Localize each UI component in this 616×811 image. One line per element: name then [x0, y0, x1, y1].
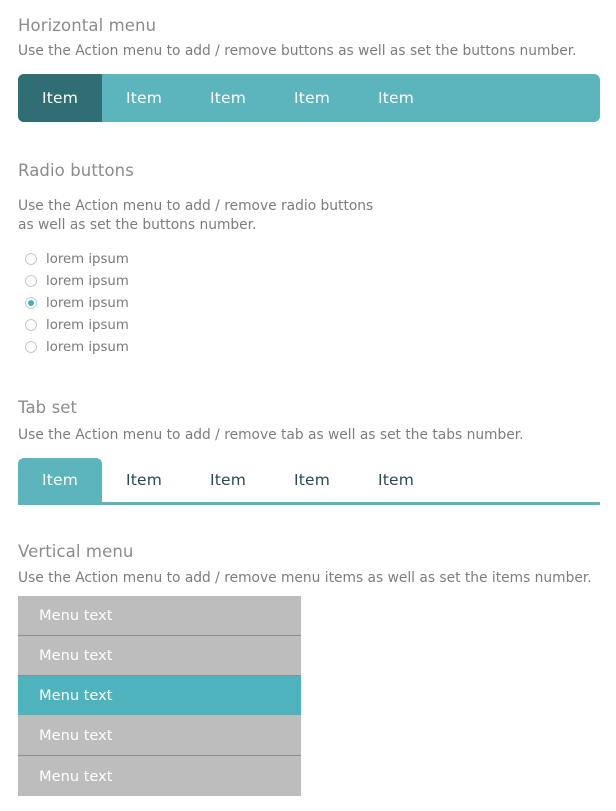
- radio-buttons-description: Use the Action menu to add / remove radi…: [18, 198, 374, 233]
- radio-option-label: lorem ipsum: [46, 273, 129, 289]
- horizontal-menu-item-label: Item: [293, 89, 331, 107]
- vertical-menu-item-label: Menu text: [39, 727, 113, 744]
- radio-unchecked-icon: [25, 319, 37, 331]
- radio-group: lorem ipsum lorem ipsum lorem ipsum lore…: [25, 248, 129, 358]
- radio-option-5[interactable]: lorem ipsum: [25, 336, 129, 358]
- tab-item-3[interactable]: Item: [186, 458, 270, 502]
- tab-set-description: Use the Action menu to add / remove tab …: [18, 427, 524, 443]
- tab-strip: Item Item Item Item Item: [18, 458, 600, 502]
- tab-item-1[interactable]: Item: [18, 458, 102, 502]
- radio-checked-icon: [25, 297, 37, 309]
- horizontal-menu: Item Item Item Item Item: [18, 74, 600, 122]
- radio-buttons-title: Radio buttons: [18, 161, 134, 180]
- radio-option-1[interactable]: lorem ipsum: [25, 248, 129, 270]
- horizontal-menu-item-1[interactable]: Item: [18, 74, 102, 122]
- horizontal-menu-item-3[interactable]: Item: [186, 74, 270, 122]
- vertical-menu-title: Vertical menu: [18, 542, 134, 561]
- horizontal-menu-title: Horizontal menu: [18, 16, 157, 35]
- radio-option-label: lorem ipsum: [46, 251, 129, 267]
- tab-set: Item Item Item Item Item: [18, 458, 600, 506]
- horizontal-menu-item-label: Item: [41, 89, 79, 107]
- tab-item-label: Item: [41, 471, 79, 489]
- radio-option-2[interactable]: lorem ipsum: [25, 270, 129, 292]
- vertical-menu-description: Use the Action menu to add / remove menu…: [18, 570, 592, 586]
- horizontal-menu-item-label: Item: [209, 89, 247, 107]
- vertical-menu-item-1[interactable]: Menu text: [18, 596, 301, 636]
- radio-option-label: lorem ipsum: [46, 339, 129, 355]
- tab-item-label: Item: [293, 471, 331, 489]
- radio-option-4[interactable]: lorem ipsum: [25, 314, 129, 336]
- tab-item-label: Item: [377, 471, 415, 489]
- horizontal-menu-item-label: Item: [377, 89, 415, 107]
- vertical-menu-item-label: Menu text: [39, 687, 113, 704]
- vertical-menu-item-4[interactable]: Menu text: [18, 716, 301, 756]
- horizontal-menu-item-2[interactable]: Item: [102, 74, 186, 122]
- horizontal-menu-item-label: Item: [125, 89, 163, 107]
- radio-unchecked-icon: [25, 341, 37, 353]
- horizontal-menu-item-4[interactable]: Item: [270, 74, 354, 122]
- horizontal-menu-item-5[interactable]: Item: [354, 74, 438, 122]
- tab-item-2[interactable]: Item: [102, 458, 186, 502]
- radio-option-3[interactable]: lorem ipsum: [25, 292, 129, 314]
- tab-item-label: Item: [125, 471, 163, 489]
- ui-mockup-page: Horizontal menu Use the Action menu to a…: [0, 0, 616, 811]
- tab-set-title: Tab set: [18, 398, 78, 417]
- vertical-menu-item-3[interactable]: Menu text: [18, 676, 301, 716]
- tab-underline: [18, 502, 600, 505]
- vertical-menu-item-2[interactable]: Menu text: [18, 636, 301, 676]
- radio-option-label: lorem ipsum: [46, 295, 129, 311]
- vertical-menu-item-label: Menu text: [39, 767, 113, 785]
- horizontal-menu-description: Use the Action menu to add / remove butt…: [18, 43, 577, 59]
- vertical-menu: Menu text Menu text Menu text Menu text …: [18, 596, 301, 796]
- tab-item-5[interactable]: Item: [354, 458, 438, 502]
- radio-option-label: lorem ipsum: [46, 317, 129, 333]
- vertical-menu-item-label: Menu text: [39, 607, 113, 624]
- tab-item-4[interactable]: Item: [270, 458, 354, 502]
- radio-unchecked-icon: [25, 253, 37, 265]
- radio-unchecked-icon: [25, 275, 37, 287]
- vertical-menu-item-5[interactable]: Menu text: [18, 756, 301, 796]
- vertical-menu-item-label: Menu text: [39, 647, 113, 664]
- tab-item-label: Item: [209, 471, 247, 489]
